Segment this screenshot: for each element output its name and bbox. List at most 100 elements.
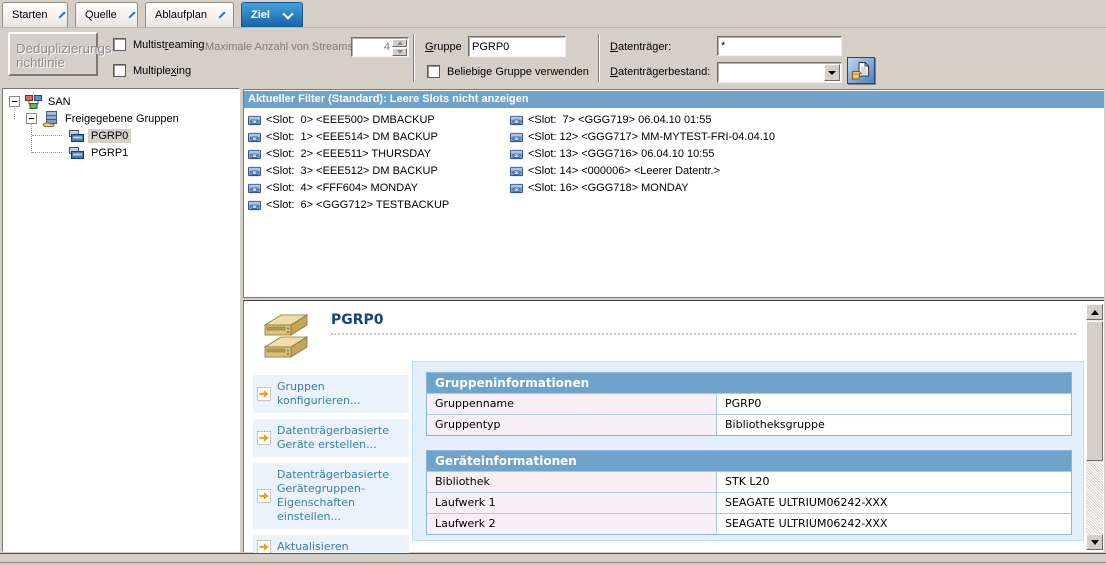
slot-item[interactable]: <Slot: 12> <GGG717> MM-MYTEST-FRI-04.04.…: [509, 128, 775, 145]
link-label: Datenträgerbasierte Gerätegruppen-Eigens…: [277, 468, 405, 524]
link-label: Datenträgerbasierte Geräte erstellen...: [277, 424, 405, 452]
datentraeger-label: Datenträger:: [610, 41, 671, 53]
gruppe-label: Gruppe: [425, 41, 462, 53]
tree-node-label-selected: PGRP0: [88, 129, 131, 143]
tab-ablaufplan[interactable]: Ablaufplan: [145, 2, 234, 27]
collapse-expander-icon[interactable]: [9, 96, 20, 107]
slot-item[interactable]: <Slot: 3> <EEE512> DM BACKUP: [247, 162, 438, 179]
drive-group-icon: [255, 311, 313, 359]
orange-arrow-icon: [257, 489, 271, 503]
properties-tables: Gruppeninformationen Gruppenname PGRP0 G…: [412, 361, 1084, 541]
tab-ziel[interactable]: Ziel: [241, 2, 303, 27]
gruppe-input[interactable]: [468, 36, 566, 57]
orange-arrow-icon: [257, 431, 271, 445]
chevron-right-icon: [128, 11, 135, 18]
beliebige-gruppe-label: Beliebige Gruppe verwenden: [447, 66, 589, 78]
tab-starten[interactable]: Starten: [2, 2, 68, 27]
collapse-expander-icon[interactable]: [26, 113, 37, 124]
tree-node-pgrp0[interactable]: PGRP0: [63, 127, 131, 144]
tab-label: Quelle: [85, 9, 117, 21]
slot-item[interactable]: <Slot: 7> <GGG719> 06.04.10 01:55: [509, 111, 711, 128]
spinner-up-button[interactable]: [392, 39, 407, 47]
row-label: Gruppenname: [427, 394, 716, 414]
slot-item[interactable]: <Slot: 1> <EEE514> DM BACKUP: [247, 128, 438, 145]
tree-node-shared-groups[interactable]: Freigegebene Gruppen: [26, 110, 182, 127]
bottom-strip: [0, 553, 1106, 563]
slot-label: <Slot: 4> <FFF604> MONDAY: [266, 182, 418, 194]
link-gruppen-konfigurieren[interactable]: Gruppen konfigurieren...: [253, 375, 409, 413]
tape-cassette-icon: [247, 131, 262, 143]
vertical-scrollbar[interactable]: [1086, 304, 1103, 550]
scroll-up-button[interactable]: [1086, 304, 1103, 320]
slot-label: <Slot: 3> <EEE512> DM BACKUP: [266, 165, 438, 177]
slot-item[interactable]: <Slot: 16> <GGG718> MONDAY: [509, 179, 689, 196]
tape-cassette-icon: [509, 182, 524, 194]
slot-item[interactable]: <Slot: 6> <GGG712> TESTBACKUP: [247, 196, 449, 213]
multiplexing-checkbox[interactable]: [113, 64, 126, 77]
multiplexing-label: Multiplexing: [133, 65, 191, 77]
link-gruppen-eigenschaften[interactable]: Datenträgerbasierte Gerätegruppen-Eigens…: [253, 463, 409, 529]
datentraegerbestand-label: Datenträgerbestand:: [610, 66, 710, 78]
slot-item[interactable]: <Slot: 13> <GGG716> 06.04.10 10:55: [509, 145, 715, 162]
scrollbar-thumb[interactable]: [1086, 321, 1103, 461]
beliebige-gruppe-checkbox[interactable]: [427, 65, 440, 78]
tab-label: Ablaufplan: [155, 9, 207, 21]
tape-group-icon: [68, 128, 85, 144]
orange-arrow-icon: [257, 540, 271, 554]
toolbar-separator: [413, 34, 415, 82]
wizard-tab-bar: Starten Quelle Ablaufplan Ziel: [0, 0, 1106, 28]
slot-label: <Slot: 1> <EEE514> DM BACKUP: [266, 131, 438, 143]
details-title: PGRP0: [331, 312, 384, 328]
tree-node-label: SAN: [45, 95, 74, 109]
datentraeger-input[interactable]: [717, 36, 842, 56]
tape-cassette-icon: [509, 131, 524, 143]
slot-item[interactable]: <Slot: 0> <EEE500> DMBACKUP: [247, 111, 435, 128]
link-geraete-erstellen[interactable]: Datenträgerbasierte Geräte erstellen...: [253, 419, 409, 457]
combo-dropdown-button[interactable]: [824, 64, 840, 81]
tree-node-san[interactable]: SAN: [9, 93, 74, 110]
spinner-down-button[interactable]: [392, 48, 407, 56]
multistreaming-checkbox[interactable]: [113, 38, 126, 51]
dedup-policy-button[interactable]: Deduplizierungs- richtlinie: [8, 32, 98, 76]
multistreaming-label: Multistreaming: [133, 39, 205, 51]
triangle-down-icon: [828, 71, 836, 75]
triangle-down-icon: [397, 50, 403, 54]
shared-groups-icon: [42, 111, 59, 127]
datentraegerbestand-select[interactable]: [717, 62, 842, 83]
filter-header: Aktueller Filter (Standard): Leere Slots…: [244, 91, 1104, 108]
tape-group-icon: [68, 145, 85, 161]
tape-cassette-icon: [247, 114, 262, 126]
orange-arrow-icon: [257, 387, 271, 401]
triangle-up-icon: [1091, 310, 1099, 315]
slot-label: <Slot: 12> <GGG717> MM-MYTEST-FRI-04.04.…: [528, 131, 775, 143]
table-row: Laufwerk 1 SEAGATE ULTRIUM06242-XXX: [427, 492, 1071, 513]
dedup-button-line1: Deduplizierungs-: [16, 41, 116, 56]
max-streams-spinner[interactable]: 4: [351, 37, 409, 57]
row-value: SEAGATE ULTRIUM06242-XXX: [716, 514, 1071, 534]
scroll-down-button[interactable]: [1086, 534, 1103, 550]
title-rule: [331, 333, 1076, 335]
tree-connector: [32, 135, 62, 136]
slot-label: <Slot: 13> <GGG716> 06.04.10 10:55: [528, 148, 715, 160]
row-value: PGRP0: [716, 394, 1071, 414]
table-row: Laufwerk 2 SEAGATE ULTRIUM06242-XXX: [427, 513, 1071, 534]
table-header: Geräteinformationen: [427, 451, 1071, 471]
tape-cassette-icon: [247, 165, 262, 177]
link-label: Aktualisieren: [277, 540, 349, 554]
slot-label: <Slot: 14> <000006> <Leerer Datentr.>: [528, 165, 720, 177]
slot-item[interactable]: <Slot: 2> <EEE511> THURSDAY: [247, 145, 431, 162]
chevron-right-icon: [218, 11, 225, 18]
slot-item[interactable]: <Slot: 14> <000006> <Leerer Datentr.>: [509, 162, 720, 179]
gruppeninformationen-table: Gruppeninformationen Gruppenname PGRP0 G…: [426, 372, 1072, 436]
slot-label: <Slot: 2> <EEE511> THURSDAY: [266, 148, 431, 160]
table-row: Bibliothek STK L20: [427, 471, 1071, 492]
media-vault-button[interactable]: [847, 57, 875, 84]
max-streams-label: Maximale Anzahl von Streams: [205, 41, 353, 53]
table-row: Gruppenname PGRP0: [427, 393, 1071, 414]
tab-quelle[interactable]: Quelle: [75, 2, 138, 27]
folder-document-icon: [851, 61, 871, 81]
tree-node-pgrp1[interactable]: PGRP1: [63, 144, 131, 161]
tape-cassette-icon: [247, 182, 262, 194]
slots-panel: Aktueller Filter (Standard): Leere Slots…: [243, 89, 1104, 297]
slot-item[interactable]: <Slot: 4> <FFF604> MONDAY: [247, 179, 418, 196]
